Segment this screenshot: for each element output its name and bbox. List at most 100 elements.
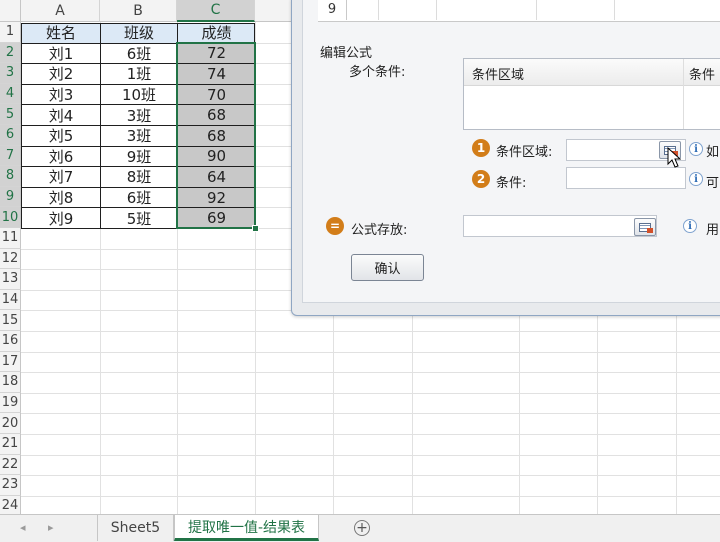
preview-grid: 9 [318, 0, 720, 22]
table-cell[interactable]: 刘7 [22, 167, 100, 187]
tab-sheet5[interactable]: Sheet5 [97, 515, 174, 541]
gridline [255, 22, 256, 514]
table-cell[interactable]: 92 [178, 187, 255, 208]
condition-list-header: 条件区域 条件 [464, 59, 720, 129]
sheet-tab-bar: ◂ ▸ Sheet5 提取唯一值-结果表 + [0, 514, 720, 542]
table-cell[interactable]: 90 [178, 146, 255, 167]
table-cell[interactable]: 10班 [101, 85, 177, 105]
table-divider [21, 83, 255, 85]
info-icon[interactable]: i [683, 219, 697, 233]
table-cell[interactable]: 74 [178, 64, 255, 84]
list-col-condition-range: 条件区域 [472, 68, 525, 83]
gridline [21, 413, 720, 415]
tab-unique-values-result[interactable]: 提取唯一值-结果表 [174, 515, 319, 541]
table-cell[interactable]: 6班 [101, 188, 177, 208]
table-divider [177, 23, 178, 229]
tab-scroll-right-icon[interactable]: ▸ [48, 521, 54, 534]
gridline [21, 475, 720, 477]
row-header[interactable]: 24 [0, 495, 21, 514]
condition-range-label: 条件区域: [496, 145, 553, 160]
table-divider [21, 186, 255, 188]
row-header[interactable]: 9 [0, 186, 21, 208]
row-header[interactable]: 18 [0, 372, 21, 393]
gridline [21, 331, 720, 332]
table-divider [21, 145, 255, 147]
row-header[interactable]: 20 [0, 413, 21, 434]
table-cell[interactable]: 6班 [101, 44, 177, 64]
row-header[interactable]: 23 [0, 475, 21, 496]
table-cell[interactable]: 刘4 [22, 105, 100, 125]
table-cell[interactable]: 刘3 [22, 85, 100, 105]
table-cell[interactable]: 70 [178, 84, 255, 105]
gridline [21, 351, 720, 353]
column-header-c[interactable]: C [177, 0, 255, 22]
table-cell[interactable]: 72 [178, 43, 255, 64]
row-header[interactable]: 13 [0, 269, 21, 290]
table-cell[interactable]: 9班 [101, 147, 177, 167]
column-header-d[interactable] [255, 0, 295, 22]
step2-badge: 2 [472, 170, 490, 188]
row-header[interactable]: 7 [0, 145, 21, 167]
tab-scroll-left-icon[interactable]: ◂ [20, 521, 26, 534]
confirm-button[interactable]: 确认 [351, 254, 424, 281]
select-all-corner[interactable] [0, 0, 21, 22]
row-header[interactable]: 10 [0, 207, 21, 228]
table-cell[interactable]: 5班 [101, 208, 177, 228]
info-icon[interactable]: i [689, 172, 703, 186]
row-header[interactable]: 5 [0, 104, 21, 125]
table-cell[interactable]: 3班 [101, 126, 177, 146]
table-divider [100, 23, 101, 229]
condition-label: 条件: [496, 176, 527, 191]
table-cell[interactable]: 刘2 [22, 64, 100, 84]
table-cell[interactable]: 68 [178, 126, 255, 146]
table-divider [21, 104, 255, 106]
table-header-cell[interactable]: 姓名 [22, 23, 100, 43]
table-cell[interactable]: 69 [178, 208, 255, 228]
table-cell[interactable]: 刘1 [22, 44, 100, 64]
column-header-b[interactable]: B [100, 0, 177, 22]
table-header-cell[interactable]: 成绩 [178, 23, 255, 43]
condition-input[interactable] [566, 167, 686, 189]
gridline [21, 372, 720, 374]
table-divider [21, 166, 255, 168]
fill-handle[interactable] [252, 225, 259, 232]
row-header[interactable]: 16 [0, 331, 21, 352]
row-header[interactable]: 4 [0, 83, 21, 105]
table-header-cell[interactable]: 班级 [101, 23, 177, 43]
row-header[interactable]: 8 [0, 166, 21, 187]
table-cell[interactable]: 68 [178, 105, 255, 125]
row-header[interactable]: 15 [0, 310, 21, 331]
formula-location-input[interactable] [463, 215, 657, 237]
table-divider [21, 63, 255, 65]
preview-row-number: 9 [318, 0, 347, 20]
row-header[interactable]: 3 [0, 63, 21, 84]
row-header[interactable]: 17 [0, 351, 21, 373]
table-cell[interactable]: 64 [178, 167, 255, 187]
table-divider [21, 125, 255, 126]
add-sheet-button[interactable]: + [354, 520, 370, 536]
condition-list[interactable]: 条件区域 条件 [463, 58, 720, 130]
row-header[interactable]: 14 [0, 289, 21, 311]
table-cell[interactable]: 刘5 [22, 126, 100, 146]
step1-badge: 1 [472, 139, 490, 157]
table-divider [21, 42, 255, 44]
table-cell[interactable]: 3班 [101, 105, 177, 125]
row-header[interactable]: 22 [0, 454, 21, 476]
table-cell[interactable]: 刘6 [22, 147, 100, 167]
column-header-a[interactable]: A [21, 0, 100, 22]
row-header[interactable]: 1 [0, 22, 21, 43]
table-cell[interactable]: 8班 [101, 167, 177, 187]
range-picker-button[interactable] [634, 218, 656, 236]
formula-location-hint: 用 [706, 223, 720, 238]
row-header[interactable]: 19 [0, 392, 21, 414]
row-header[interactable]: 11 [0, 228, 21, 249]
table-cell[interactable]: 1班 [101, 64, 177, 84]
multi-condition-label: 多个条件: [349, 65, 406, 80]
row-header[interactable]: 12 [0, 248, 21, 270]
info-icon[interactable]: i [689, 142, 703, 156]
row-header[interactable]: 6 [0, 125, 21, 146]
table-cell[interactable]: 刘9 [22, 208, 100, 228]
row-header[interactable]: 2 [0, 42, 21, 64]
row-header[interactable]: 21 [0, 434, 21, 455]
table-cell[interactable]: 刘8 [22, 188, 100, 208]
